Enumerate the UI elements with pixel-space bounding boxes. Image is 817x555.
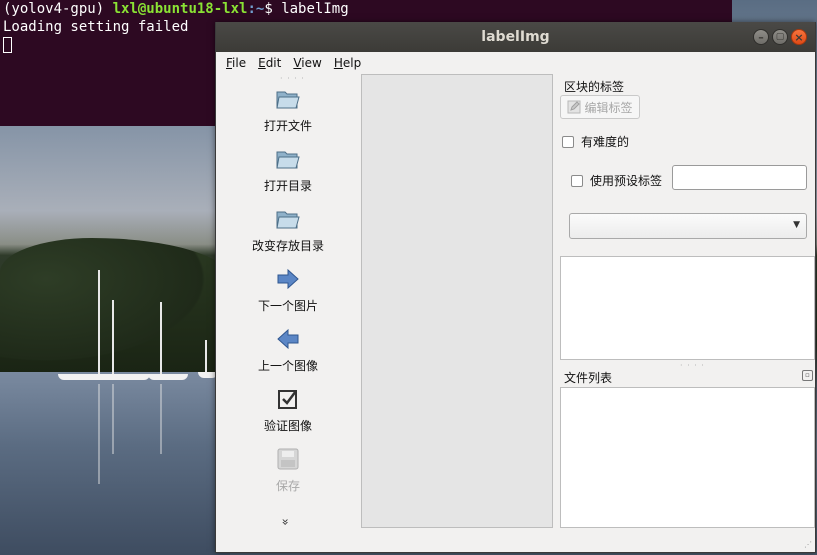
- toolbar-grip[interactable]: · · · ·: [280, 74, 305, 83]
- mast-reflection: [98, 384, 100, 484]
- folder-icon: [276, 91, 300, 109]
- folder-icon: [276, 211, 300, 229]
- float-dock-icon[interactable]: ▫: [802, 370, 813, 381]
- menu-edit-mnemonic: E: [258, 56, 266, 70]
- menu-help-label: elp: [342, 56, 362, 70]
- open-file-label: 打开文件: [263, 119, 312, 133]
- maximize-button[interactable]: ▢: [772, 29, 788, 45]
- image-canvas[interactable]: [361, 74, 553, 528]
- minimize-icon: –: [758, 30, 764, 44]
- pencil-icon: [567, 100, 581, 114]
- mast-reflection: [112, 384, 114, 454]
- next-image-button[interactable]: 下一个图片: [216, 267, 360, 314]
- verify-image-button[interactable]: 验证图像: [216, 387, 360, 434]
- default-label-input[interactable]: [672, 165, 807, 190]
- sailboat-mast: [112, 300, 114, 374]
- next-image-label: 下一个图片: [257, 299, 318, 313]
- terminal-prompt-line: (yolov4-gpu) lxl@ubuntu18-lxl:~$ labelIm…: [3, 0, 729, 18]
- mast-reflection: [160, 384, 162, 454]
- menu-help-mnemonic: H: [333, 56, 343, 70]
- toolbar-extension-icon[interactable]: »: [279, 518, 293, 525]
- use-default-label-row: 使用预设标签: [571, 172, 662, 189]
- box-labels-title: 区块的标签: [564, 80, 625, 94]
- menu-view-label: iew: [301, 56, 322, 70]
- prompt-user-host: lxl@ubuntu18-lxl: [112, 1, 248, 17]
- prev-image-button[interactable]: 上一个图像: [216, 327, 360, 374]
- prompt-path: :~: [247, 1, 265, 17]
- change-save-dir-button[interactable]: 改变存放目录: [216, 207, 360, 254]
- sailboat-mast: [160, 302, 162, 374]
- window-controls: – ▢ ×: [753, 29, 807, 45]
- prompt-dollar: $: [264, 1, 273, 17]
- sailboat-hull: [148, 374, 188, 380]
- difficult-row: 有难度的: [562, 133, 629, 150]
- difficult-label: 有难度的: [581, 135, 630, 149]
- verify-image-label: 验证图像: [263, 419, 312, 433]
- open-dir-label: 打开目录: [263, 179, 312, 193]
- folder-icon: [276, 151, 300, 169]
- window-title: labelImg: [481, 29, 550, 45]
- floppy-disk-icon: [277, 448, 299, 470]
- tool-bar: · · · · 打开文件 打开目录 改变存放目录 下一个图片 上一个图像 验证图…: [216, 74, 360, 529]
- menu-bar: File Edit View Help: [216, 52, 815, 74]
- checkbox-icon: [278, 390, 297, 409]
- arrow-left-icon: [277, 328, 299, 350]
- save-button[interactable]: 保存: [216, 447, 360, 494]
- window-titlebar[interactable]: labelImg – ▢ ×: [216, 22, 815, 52]
- minimize-button[interactable]: –: [753, 29, 769, 45]
- file-list[interactable]: [560, 387, 815, 528]
- sailboat-mast: [205, 340, 207, 374]
- size-grip-icon[interactable]: ⋰: [804, 540, 812, 549]
- use-default-label-checkbox[interactable]: [571, 174, 583, 187]
- labelimg-window[interactable]: labelImg – ▢ × File Edit View Help · · ·…: [215, 22, 816, 553]
- status-bar: ⋰: [216, 529, 815, 552]
- use-default-label-label: 使用预设标签: [590, 174, 663, 188]
- wallpaper-trees: [0, 238, 230, 374]
- sailboat-hull: [58, 374, 150, 380]
- chevron-down-icon: ▼: [793, 220, 800, 230]
- edit-label-button[interactable]: 编辑标签: [560, 95, 640, 119]
- save-label: 保存: [275, 479, 300, 493]
- menu-help[interactable]: Help: [328, 56, 367, 70]
- open-file-button[interactable]: 打开文件: [216, 87, 360, 134]
- menu-view[interactable]: View: [287, 56, 327, 70]
- change-save-dir-label: 改变存放目录: [251, 239, 324, 253]
- close-button[interactable]: ×: [791, 29, 807, 45]
- label-list[interactable]: [560, 256, 815, 360]
- open-dir-button[interactable]: 打开目录: [216, 147, 360, 194]
- label-combo-box[interactable]: ▼: [569, 213, 807, 239]
- conda-env: (yolov4-gpu): [3, 1, 105, 17]
- edit-label-button-label: 编辑标签: [584, 100, 633, 115]
- file-list-title: 文件列表: [564, 371, 613, 385]
- maximize-icon: ▢: [775, 31, 785, 42]
- close-icon: ×: [794, 30, 804, 44]
- menu-edit[interactable]: Edit: [252, 56, 287, 70]
- menu-edit-label: dit: [265, 56, 282, 70]
- prev-image-label: 上一个图像: [257, 359, 318, 373]
- terminal-cursor: [3, 37, 12, 53]
- menu-file-label: ile: [232, 56, 247, 70]
- sailboat-mast: [98, 270, 100, 374]
- menu-file[interactable]: File: [220, 56, 252, 70]
- difficult-checkbox[interactable]: [562, 135, 574, 148]
- terminal-command: labelImg: [281, 1, 349, 17]
- arrow-right-icon: [277, 268, 299, 290]
- splitter-grip[interactable]: · · · ·: [680, 361, 705, 370]
- wallpaper-water: [0, 372, 230, 555]
